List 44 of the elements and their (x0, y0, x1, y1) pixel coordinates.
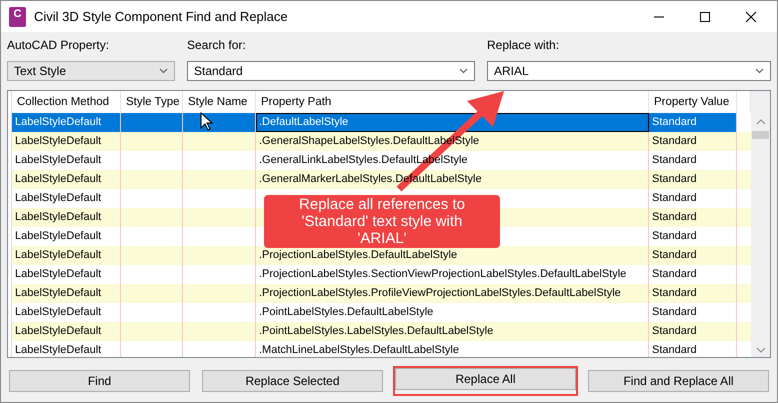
path-cell: .PointLabelStyles.LabelStyles.DefaultLabelStyle (256, 322, 649, 341)
method-cell[interactable]: LabelStyleDefault (12, 341, 121, 357)
action-button[interactable]: Find (9, 370, 190, 392)
window-title: Civil 3D Style Component Find and Replace (34, 9, 289, 24)
value-cell: Standard (649, 208, 737, 227)
maximize-icon[interactable] (699, 10, 711, 22)
value-cell: Standard (649, 246, 737, 265)
method-cell[interactable]: LabelStyleDefault (12, 170, 121, 189)
scroll-down-icon[interactable] (756, 347, 766, 353)
combo-field[interactable]: Standard (187, 61, 475, 81)
path-cell: .ProjectionLabelStyles.DefaultLabelStyle (256, 246, 649, 265)
method-cell[interactable]: LabelStyleDefault (12, 322, 121, 341)
chevron-icon (459, 68, 468, 74)
dropdown[interactable]: Text Style (7, 61, 175, 81)
method-cell[interactable]: LabelStyleDefault (12, 246, 121, 265)
app-icon: C (9, 6, 26, 26)
field-label: AutoCAD Property: (7, 38, 110, 53)
action-button[interactable]: Find and Replace All (588, 370, 769, 392)
path-cell: .ProjectionLabelStyles.ProfileViewProjectionLabelStyles.DefaultLabelStyle (256, 284, 649, 303)
close-icon[interactable] (745, 10, 757, 22)
field-label: Search for: (187, 38, 247, 53)
value-cell: Standard (649, 113, 737, 132)
path-cell: .DefaultLabelStyle (256, 113, 649, 132)
mouse-cursor-icon (200, 112, 214, 132)
scroll-thumb[interactable] (752, 131, 769, 139)
method-cell[interactable]: LabelStyleDefault (12, 284, 121, 303)
field-label: Replace with: (487, 38, 560, 53)
action-button[interactable]: Replace All (395, 368, 576, 390)
callout: Replace all references to 'Standard' text style with 'ARIAL' (264, 195, 500, 248)
method-cell[interactable]: LabelStyleDefault (12, 208, 121, 227)
method-cell[interactable]: LabelStyleDefault (12, 132, 121, 151)
scroll-up-icon[interactable] (756, 119, 766, 125)
scrollbar[interactable] (751, 91, 770, 357)
chevron-icon (755, 68, 764, 74)
combo-field[interactable]: ARIAL (487, 61, 771, 81)
method-cell[interactable]: LabelStyleDefault (12, 113, 121, 132)
path-cell: .MatchLineLabelStyles.DefaultLabelStyle (256, 341, 649, 357)
value-cell: Standard (649, 132, 737, 151)
value-cell: Standard (649, 284, 737, 303)
chevron-icon (159, 68, 168, 74)
action-button[interactable]: Replace Selected (202, 370, 383, 392)
value-cell: Standard (649, 322, 737, 341)
value-cell: Standard (649, 170, 737, 189)
value-cell: Standard (649, 341, 737, 357)
